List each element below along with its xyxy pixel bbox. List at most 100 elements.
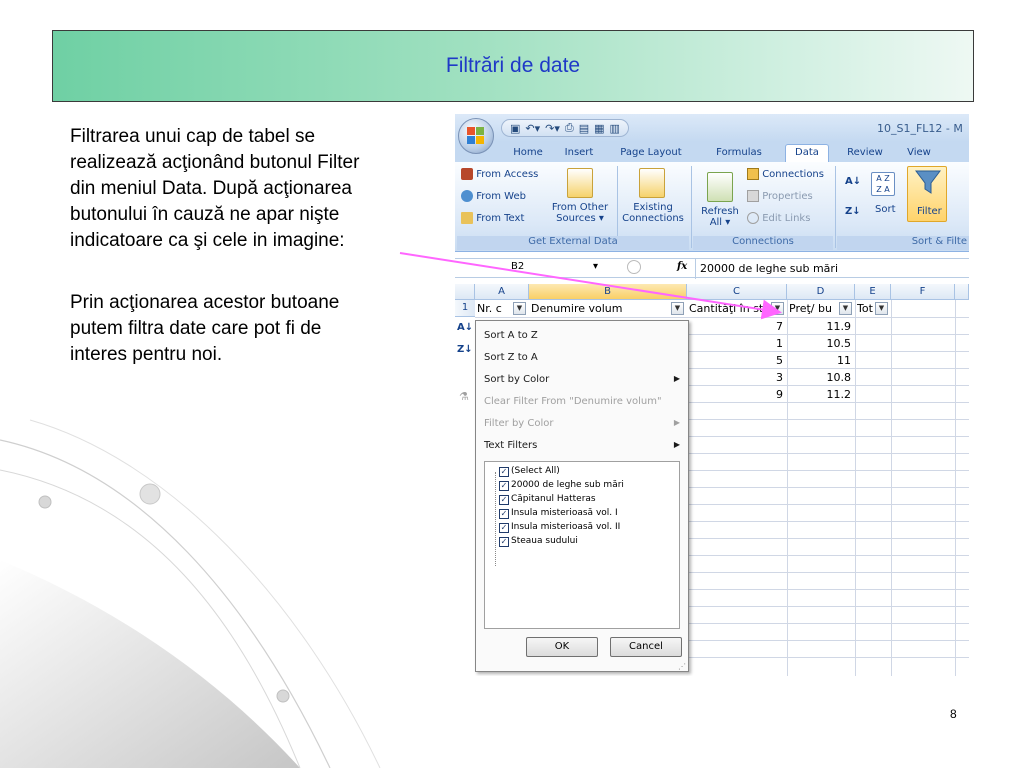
cell-c3[interactable]: 1	[689, 335, 787, 352]
list-item[interactable]: ✓ Căpitanul Hatteras	[499, 494, 596, 508]
column-header-g[interactable]	[955, 284, 969, 300]
chart-icon[interactable]: ▥	[610, 122, 620, 135]
tab-page-layout[interactable]: Page Layout	[613, 145, 689, 162]
excel-title-bar: ▣ ↶▾ ↷▾ ⎙ ▤ ▦ ▥ 10_S1_FL12 - M	[455, 114, 969, 142]
list-item[interactable]: ✓ (Select All)	[499, 466, 560, 480]
paragraph-2: Prin acţionarea acestor butoane putem fi…	[70, 290, 430, 368]
header-cell-b[interactable]: Denumire volum	[531, 300, 661, 317]
ok-button[interactable]: OK	[526, 637, 598, 657]
resize-grip-icon[interactable]: ⋰	[678, 662, 686, 671]
checkbox-checked-icon[interactable]: ✓	[499, 537, 509, 547]
from-other-sources-button[interactable]: From Other Sources ▾	[551, 202, 609, 224]
list-item[interactable]: ✓ 20000 de leghe sub mări	[499, 480, 624, 494]
existing-connections-button[interactable]: Existing Connections	[621, 202, 685, 224]
menu-item-sort-a-to-z[interactable]: Sort A to Z	[476, 325, 688, 347]
list-item[interactable]: ✓ Steaua sudului	[499, 536, 578, 550]
column-header-a[interactable]: A	[475, 284, 529, 300]
from-access-button[interactable]: From Access	[461, 168, 538, 180]
filter-dropdown-button[interactable]: ▼	[671, 302, 684, 315]
list-item-label: Steaua sudului	[511, 536, 578, 546]
checkbox-checked-icon[interactable]: ✓	[499, 495, 509, 505]
group-label-get-external-data: Get External Data	[457, 236, 689, 250]
tab-view[interactable]: View	[901, 145, 937, 162]
tab-review[interactable]: Review	[841, 145, 889, 162]
from-web-label: From Web	[476, 191, 526, 202]
chevron-down-icon[interactable]: ▾	[593, 261, 598, 272]
sort-descending-icon[interactable]: Z↓	[845, 206, 861, 217]
cell-d6[interactable]: 11.2	[787, 386, 855, 403]
paragraph-1: Filtrarea unui cap de tabel se realizeaz…	[70, 124, 430, 254]
properties-button[interactable]: Properties	[747, 190, 813, 202]
excel-screenshot: ▣ ↶▾ ↷▾ ⎙ ▤ ▦ ▥ 10_S1_FL12 - M Home Inse…	[455, 114, 969, 676]
sort-za-icon: Z↓	[457, 344, 473, 355]
list-item[interactable]: ✓ Insula misterioasă vol. II	[499, 522, 620, 536]
cell-d5[interactable]: 10.8	[787, 369, 855, 386]
menu-item-sort-by-color[interactable]: Sort by Color ▶	[476, 369, 688, 391]
refresh-all-button[interactable]: Refresh All ▾	[695, 206, 745, 228]
column-header-e[interactable]: E	[855, 284, 891, 300]
from-text-label: From Text	[476, 213, 525, 224]
submenu-arrow-icon: ▶	[673, 374, 680, 383]
cell-c5[interactable]: 3	[689, 369, 787, 386]
checkbox-checked-icon[interactable]: ✓	[499, 509, 509, 519]
column-header-c[interactable]: C	[687, 284, 787, 300]
filter-dropdown-button[interactable]: ▼	[513, 302, 526, 315]
menu-item-sort-z-to-a[interactable]: Sort Z to A	[476, 347, 688, 369]
cell-d2[interactable]: 11.9	[787, 318, 855, 335]
paragraph-line: indicatoare ca şi cele in imagine:	[70, 230, 345, 251]
checkbox-checked-icon[interactable]: ✓	[499, 481, 509, 491]
column-header-b[interactable]: B	[529, 284, 687, 300]
from-text-button[interactable]: From Text	[461, 212, 524, 224]
tab-home[interactable]: Home	[503, 145, 553, 162]
checkbox-checked-icon[interactable]: ✓	[499, 467, 509, 477]
cell-c4[interactable]: 5	[689, 352, 787, 369]
menu-item-text-filters[interactable]: Text Filters ▶	[476, 435, 688, 457]
table-icon[interactable]: ▦	[594, 122, 604, 135]
header-cell-c[interactable]: Cantităţi în st	[689, 300, 771, 317]
sort-ascending-icon[interactable]: A↓	[845, 176, 861, 187]
submenu-arrow-icon: ▶	[673, 418, 680, 427]
edit-links-button[interactable]: Edit Links	[747, 212, 810, 224]
header-cell-e[interactable]: Tot	[857, 300, 877, 317]
formula-input[interactable]: 20000 de leghe sub mări	[695, 259, 969, 279]
text-file-icon	[461, 212, 473, 224]
tab-insert[interactable]: Insert	[557, 145, 601, 162]
office-button[interactable]	[458, 118, 494, 154]
from-web-button[interactable]: From Web	[461, 190, 526, 202]
sort-button[interactable]: Sort	[875, 204, 896, 215]
row-header-1[interactable]: 1	[455, 300, 475, 317]
cell-d4[interactable]: 11	[787, 352, 855, 369]
menu-item-label: Text Filters	[484, 440, 538, 451]
filter-dropdown-button[interactable]: ▼	[839, 302, 852, 315]
cell-c2[interactable]: 7	[689, 318, 787, 335]
menu-item-clear-filter[interactable]: Clear Filter From "Denumire volum"	[476, 391, 688, 413]
filter-button-label[interactable]: Filter	[917, 206, 942, 217]
fx-icon[interactable]: fx	[677, 261, 687, 272]
save-icon[interactable]: ▣	[510, 122, 520, 135]
tab-formulas[interactable]: Formulas	[711, 145, 767, 162]
decorative-swoosh	[0, 419, 381, 768]
select-all-corner[interactable]	[455, 284, 475, 300]
header-cell-a[interactable]: Nr. c	[477, 300, 513, 317]
column-header-d[interactable]: D	[787, 284, 855, 300]
print-preview-icon[interactable]: ⎙	[565, 121, 574, 135]
office-logo-icon	[467, 127, 485, 145]
header-cell-d[interactable]: Preţ/ bu	[789, 300, 839, 317]
cancel-button[interactable]: Cancel	[610, 637, 682, 657]
cell-d3[interactable]: 10.5	[787, 335, 855, 352]
checkbox-checked-icon[interactable]: ✓	[499, 523, 509, 533]
filter-dropdown-button[interactable]: ▼	[875, 302, 888, 315]
menu-item-filter-by-color[interactable]: Filter by Color ▶	[476, 413, 688, 435]
name-box[interactable]: B2 ▾	[483, 261, 611, 277]
from-other-sources-label: From Other	[551, 202, 609, 213]
refresh-label: Refresh	[701, 206, 739, 217]
filter-dropdown-button[interactable]: ▼	[771, 302, 784, 315]
redo-icon[interactable]: ↷▾	[545, 122, 560, 135]
column-header-f[interactable]: F	[891, 284, 955, 300]
list-item[interactable]: ✓ Insula misterioasă vol. I	[499, 508, 618, 522]
cell-c6[interactable]: 9	[689, 386, 787, 403]
tab-data[interactable]: Data	[785, 144, 829, 162]
connections-button[interactable]: Connections	[747, 168, 824, 180]
undo-icon[interactable]: ↶▾	[525, 122, 540, 135]
print-icon[interactable]: ▤	[579, 122, 589, 135]
